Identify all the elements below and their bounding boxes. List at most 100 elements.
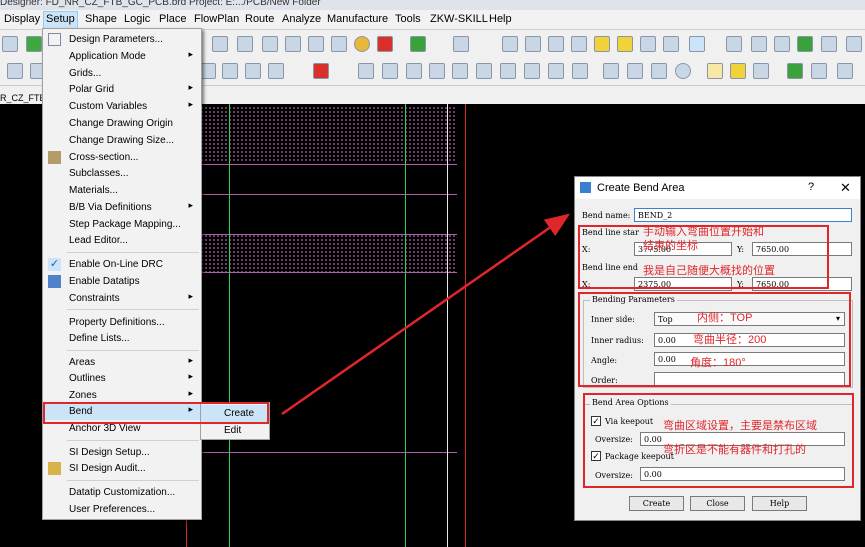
grid-icon[interactable] [726, 36, 742, 52]
close-button[interactable]: Close [690, 496, 745, 511]
route-icon[interactable] [846, 36, 862, 52]
menu-display[interactable]: Display [4, 13, 40, 25]
component-icon[interactable] [358, 63, 374, 79]
open-folder-icon[interactable] [730, 63, 746, 79]
map-icon[interactable] [821, 36, 837, 52]
menu-logic[interactable]: Logic [124, 13, 150, 25]
menu-tools[interactable]: Tools [395, 13, 421, 25]
zoom-world-icon[interactable] [331, 36, 347, 52]
zoom-fit-icon[interactable] [212, 36, 228, 52]
menu-item-si-design-audit[interactable]: SI Design Audit... [43, 461, 201, 477]
zoom-out-icon[interactable] [285, 36, 301, 52]
menu-bar: Display Setup Shape Logic Place FlowPlan… [0, 10, 865, 30]
menu-item-application-mode[interactable]: Application Mode ▸ [43, 49, 201, 65]
board-icon[interactable] [787, 63, 803, 79]
menu-item-constraints[interactable]: Constraints ▸ [43, 291, 201, 307]
file-icon[interactable] [7, 63, 23, 79]
menu-place[interactable]: Place [159, 13, 187, 25]
help-icon[interactable]: ? [808, 181, 814, 193]
place-icon[interactable] [313, 63, 329, 79]
submenu-item-edit[interactable]: Edit [201, 422, 269, 439]
save-icon[interactable] [753, 63, 769, 79]
dimension-icon[interactable] [811, 63, 827, 79]
menu-help[interactable]: Help [489, 13, 512, 25]
tool-icon[interactable] [2, 36, 18, 52]
menu-shape[interactable]: Shape [85, 13, 117, 25]
move-icon[interactable] [200, 63, 216, 79]
bend-name-field[interactable]: BEND_2 [634, 208, 852, 222]
menu-item-datatip-customization[interactable]: Datatip Customization... [43, 485, 201, 501]
pointer-icon[interactable] [689, 36, 705, 52]
menu-item-property-definitions[interactable]: Property Definitions... [43, 315, 201, 331]
close-icon[interactable]: ✕ [840, 180, 851, 196]
zoom-window-icon[interactable] [237, 36, 253, 52]
menu-item-cross-section[interactable]: Cross-section... [43, 150, 201, 166]
outline-line [200, 272, 457, 273]
menu-item-design-parameters[interactable]: Design Parameters... [43, 32, 201, 48]
menu-item-subclasses[interactable]: Subclasses... [43, 166, 201, 182]
panel-icon[interactable] [627, 63, 643, 79]
camera-icon[interactable] [429, 63, 445, 79]
flag-icon[interactable] [476, 63, 492, 79]
bars-icon[interactable] [640, 36, 656, 52]
stack-icon[interactable] [797, 36, 813, 52]
help-button[interactable]: Help [752, 496, 807, 511]
color-icon[interactable] [774, 36, 790, 52]
menu-analyze[interactable]: Analyze [282, 13, 321, 25]
globe-icon[interactable] [26, 36, 42, 52]
pad-icon[interactable] [406, 63, 422, 79]
layers-icon[interactable] [751, 36, 767, 52]
signal-icon[interactable] [453, 36, 469, 52]
menu-item-bb-via-definitions[interactable]: B/B Via Definitions ▸ [43, 200, 201, 216]
width-icon[interactable] [837, 63, 853, 79]
menu-item-lead-editor[interactable]: Lead Editor... [43, 233, 201, 249]
brush-icon[interactable] [571, 36, 587, 52]
menu-item-grids[interactable]: Grids... [43, 66, 201, 82]
menu-item-change-drawing-size[interactable]: Change Drawing Size... [43, 133, 201, 149]
circle-icon[interactable] [268, 63, 284, 79]
copy-icon[interactable] [500, 63, 516, 79]
square-icon[interactable] [245, 63, 261, 79]
create-button[interactable]: Create [629, 496, 684, 511]
menu-item-define-lists[interactable]: Define Lists... [43, 331, 201, 347]
snap-icon[interactable] [452, 63, 468, 79]
info-icon[interactable] [502, 36, 518, 52]
menu-item-materials[interactable]: Materials... [43, 183, 201, 199]
menu-flowplan[interactable]: FlowPlan [194, 13, 239, 25]
menu-item-polar-grid[interactable]: Polar Grid ▸ [43, 82, 201, 98]
menu-item-enable-online-drc[interactable]: ✓ Enable On-Line DRC [43, 257, 201, 273]
menu-item-si-design-setup[interactable]: SI Design Setup... [43, 445, 201, 461]
menu-item-user-preferences[interactable]: User Preferences... [43, 502, 201, 518]
menu-manufacture[interactable]: Manufacture [327, 13, 388, 25]
sun-icon[interactable] [594, 36, 610, 52]
rotate-icon[interactable] [222, 63, 238, 79]
menu-setup[interactable]: Setup [43, 11, 78, 29]
datatip-icon [48, 275, 61, 288]
menu-item-step-package-mapping[interactable]: Step Package Mapping... [43, 217, 201, 233]
counter-icon[interactable] [548, 36, 564, 52]
mail-icon[interactable] [651, 63, 667, 79]
audit-icon [48, 462, 61, 475]
gear-light-icon[interactable] [617, 36, 633, 52]
flip-icon[interactable] [410, 36, 426, 52]
hourglass-icon[interactable] [663, 36, 679, 52]
menu-item-change-drawing-origin[interactable]: Change Drawing Origin [43, 116, 201, 132]
refresh-icon[interactable] [354, 36, 370, 52]
dot-grid-icon[interactable] [572, 63, 588, 79]
3d-view-icon[interactable] [377, 36, 393, 52]
zoom-in-icon[interactable] [262, 36, 278, 52]
help-icon[interactable] [675, 63, 691, 79]
zoom-previous-icon[interactable] [308, 36, 324, 52]
new-file-icon[interactable] [707, 63, 723, 79]
menu-route[interactable]: Route [245, 13, 274, 25]
cursor-icon[interactable] [382, 63, 398, 79]
menu-item-custom-variables[interactable]: Custom Variables ▸ [43, 99, 201, 115]
measure-icon[interactable] [525, 36, 541, 52]
dots-icon[interactable] [548, 63, 564, 79]
window-icon[interactable] [603, 63, 619, 79]
menu-item-enable-datatips[interactable]: Enable Datatips [43, 274, 201, 290]
menu-zkw-skill[interactable]: ZKW-SKILL [430, 13, 488, 25]
menu-item-outlines[interactable]: Outlines ▸ [43, 371, 201, 387]
menu-item-areas[interactable]: Areas ▸ [43, 355, 201, 371]
via-icon[interactable] [524, 63, 540, 79]
